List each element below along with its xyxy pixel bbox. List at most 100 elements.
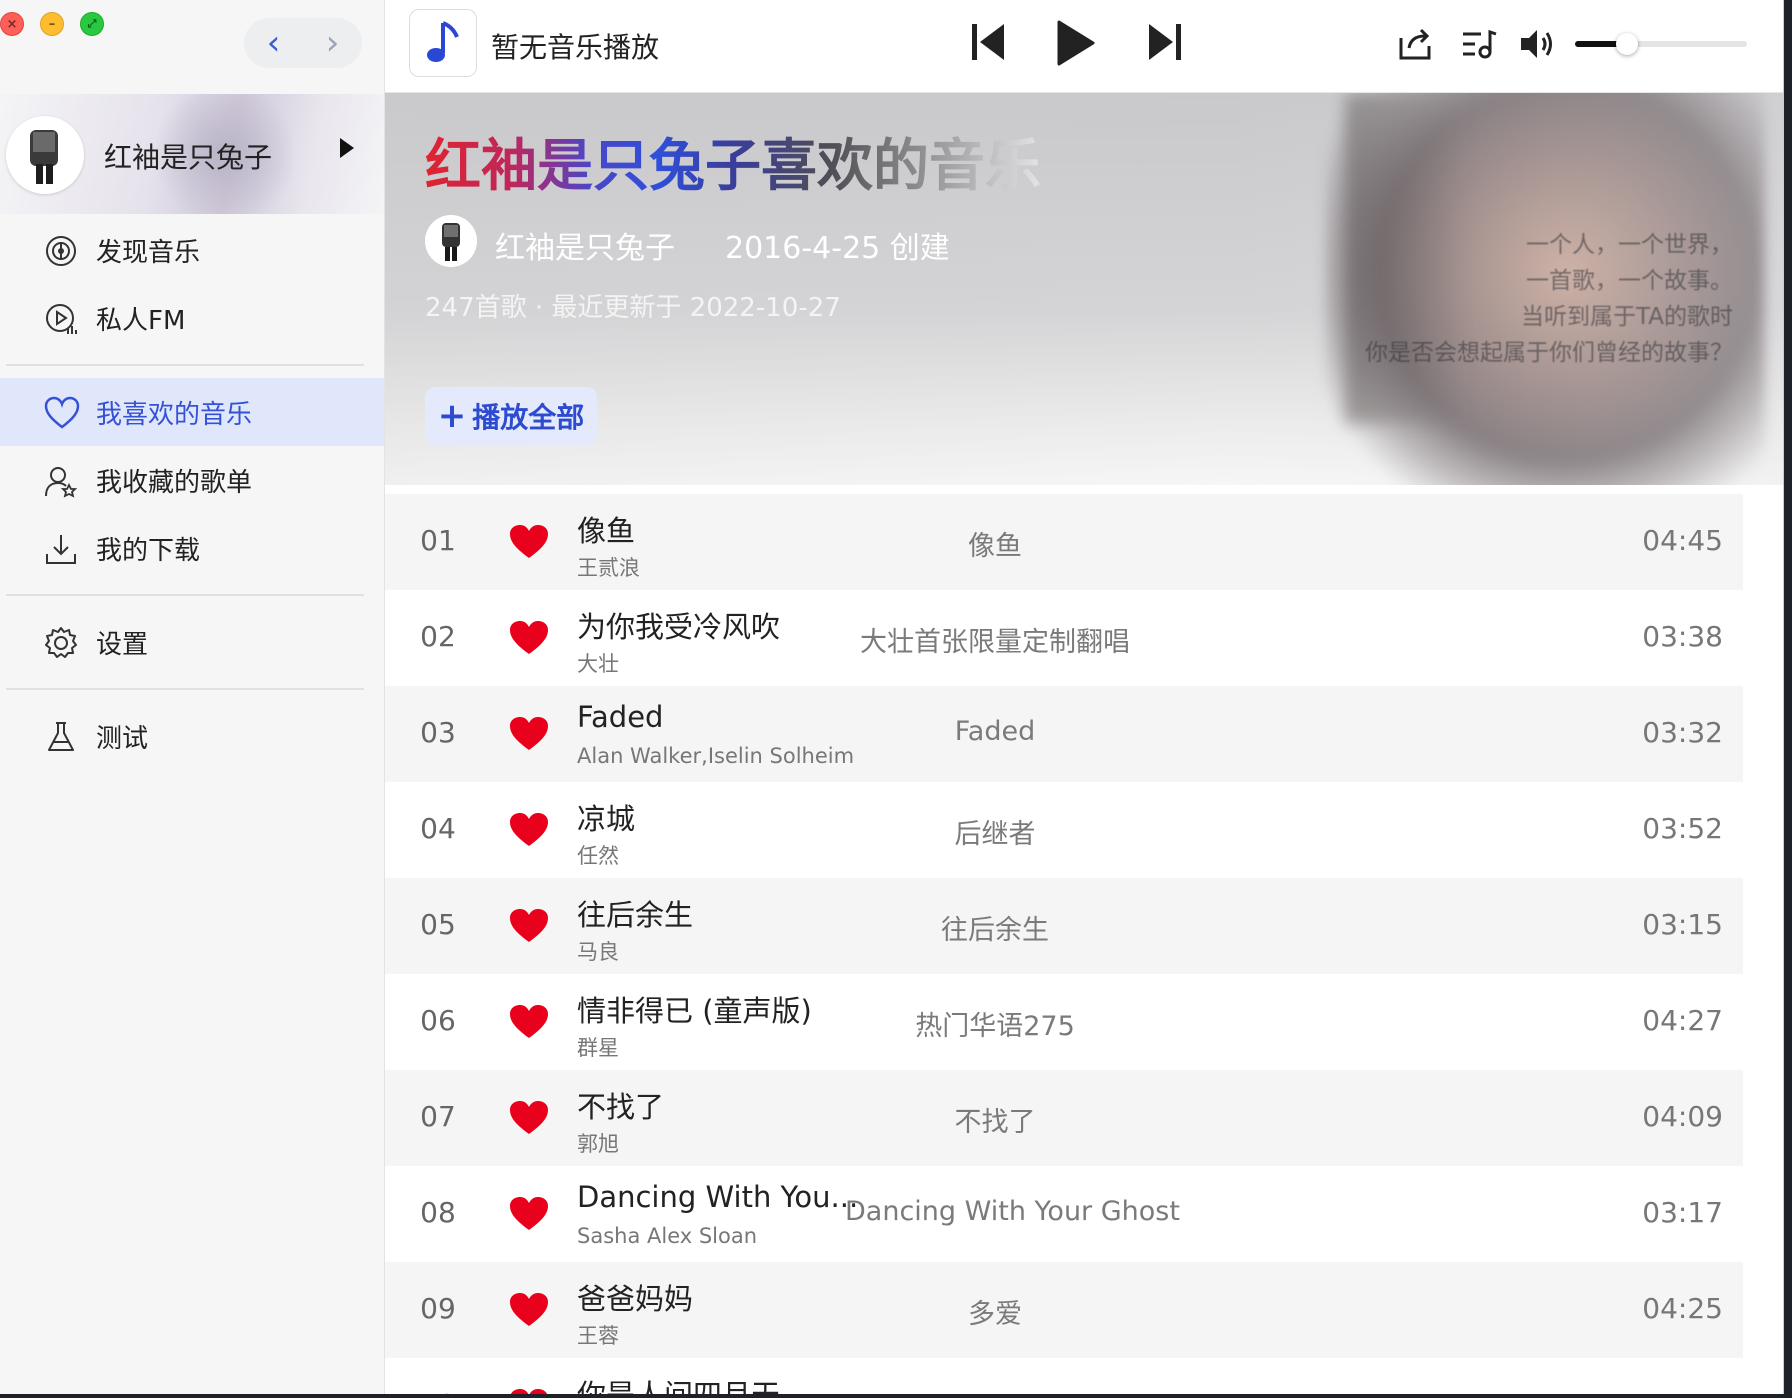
song-album[interactable]: 像鱼 [845,524,1145,563]
share-icon[interactable] [1395,24,1435,64]
user-card[interactable]: 红袖是只兔子 [0,94,384,214]
song-title[interactable]: 凉城 [577,796,635,838]
song-title[interactable]: 不找了 [577,1084,664,1126]
like-heart-icon[interactable] [509,812,549,848]
description-line: 一个人，一个世界， [1526,232,1733,258]
background-edge [1784,0,1792,1398]
song-artist[interactable]: 马良 [577,936,619,966]
volume-icon[interactable] [1517,24,1557,64]
song-number: 10 [405,1388,471,1394]
song-title[interactable]: Faded [577,700,663,734]
playlist-description: 一个人，一个世界， 一首歌，一个故事。 当听到属于TA的歌时你是否会想起属于你们曾经… [1365,227,1733,371]
song-artist[interactable]: 王蓉 [577,1320,619,1350]
song-album[interactable]: Faded [845,716,1145,747]
user-avatar[interactable] [6,116,84,194]
plus-icon: + [437,396,467,436]
song-row[interactable]: 09 爸爸妈妈 王蓉 多爱 04:25 [385,1262,1743,1358]
song-title[interactable]: 为你我受冷风吹 [577,604,780,646]
now-playing-text: 暂无音乐播放 [491,31,660,64]
song-row[interactable]: 03 Faded Alan Walker,Iselin Solheim Faded 03… [385,686,1743,782]
sidebar: × – ⤢ ‹ › 红袖是只兔子 发现音乐 私人FM 我喜欢的音乐我收藏的歌单我的下… [0,0,385,1394]
sidebar-item-label: 测试 [96,723,149,754]
song-album[interactable]: 多爱 [845,1292,1145,1331]
song-row[interactable]: 10 你是人间四月天 [385,1358,1743,1394]
like-heart-icon[interactable] [509,1292,549,1328]
minimize-window-button[interactable]: – [40,12,64,36]
download-icon [44,532,78,566]
song-album[interactable]: 大壮首张限量定制翻唱 [845,620,1145,659]
song-title[interactable]: 你是人间四月天 [577,1372,780,1394]
now-playing-cover[interactable] [409,9,477,77]
creator-avatar[interactable] [425,215,477,267]
song-album[interactable]: 往后余生 [845,908,1145,947]
song-title[interactable]: Dancing With You... [577,1180,858,1214]
sidebar-item-gear[interactable]: 设置 [0,608,384,676]
sidebar-item-heart[interactable]: 我喜欢的音乐 [0,378,384,446]
song-title[interactable]: 往后余生 [577,892,693,934]
discover-icon [44,234,78,268]
song-artist[interactable]: 任然 [577,840,619,870]
song-row[interactable]: 07 不找了 郭旭 不找了 04:09 [385,1070,1743,1166]
song-album[interactable]: Dancing With Your Ghost [845,1196,1180,1227]
user-name[interactable]: 红袖是只兔子 [104,136,272,176]
sidebar-item-label: 我收藏的歌单 [96,467,253,498]
song-artist[interactable]: 群星 [577,1032,619,1062]
like-heart-icon[interactable] [509,620,549,656]
song-row[interactable]: 02 为你我受冷风吹 大壮 大壮首张限量定制翻唱 03:38 [385,590,1743,686]
song-artist[interactable]: 大壮 [577,648,619,678]
song-row[interactable]: 08 Dancing With You... Sasha Alex Sloan Dan… [385,1166,1743,1262]
play-button[interactable] [1053,18,1097,68]
song-row[interactable]: 05 往后余生 马良 往后余生 03:15 [385,878,1743,974]
description-line: 一首歌，一个故事。 [1526,268,1733,294]
like-heart-icon[interactable] [509,1100,549,1136]
sidebar-item-radio[interactable]: 私人FM [0,284,384,352]
radio-icon [44,302,78,336]
previous-track-button[interactable] [968,18,1008,66]
sidebar-menu: 发现音乐 私人FM 我喜欢的音乐我收藏的歌单我的下载设置测试 [0,216,384,770]
song-duration: 03:17 [1642,1196,1723,1229]
sidebar-item-label: 设置 [96,629,149,660]
zoom-window-button[interactable]: ⤢ [80,12,104,36]
playlist-queue-icon[interactable] [1459,24,1499,64]
back-button[interactable]: ‹ [267,26,281,60]
like-heart-icon[interactable] [509,1196,549,1232]
like-heart-icon[interactable] [509,1388,549,1394]
song-title[interactable]: 爸爸妈妈 [577,1276,693,1318]
song-artist[interactable]: 郭旭 [577,1128,619,1158]
song-row[interactable]: 04 凉城 任然 后继者 03:52 [385,782,1743,878]
song-artist[interactable]: Alan Walker,Iselin Solheim [577,744,854,768]
creator-name[interactable]: 红袖是只兔子 [495,223,675,267]
song-row[interactable]: 01 像鱼 王贰浪 像鱼 04:45 [385,494,1743,590]
volume-slider[interactable] [1575,33,1747,55]
sidebar-divider [6,594,364,596]
song-album[interactable]: 不找了 [845,1100,1145,1139]
sidebar-item-download[interactable]: 我的下载 [0,514,384,582]
like-heart-icon[interactable] [509,1004,549,1040]
song-album[interactable]: 热门华语275 [845,1004,1145,1043]
song-album[interactable]: 后继者 [845,812,1145,851]
sidebar-item-user-collection[interactable]: 我收藏的歌单 [0,446,384,514]
description-line: 当听到属于TA的歌时 [1521,304,1733,330]
like-heart-icon[interactable] [509,908,549,944]
close-window-button[interactable]: × [0,12,24,36]
song-duration: 03:38 [1642,620,1723,653]
song-title[interactable]: 像鱼 [577,508,635,550]
song-title[interactable]: 情非得已 (童声版) [577,988,812,1030]
sidebar-divider [6,688,364,690]
song-artist[interactable]: Sasha Alex Sloan [577,1224,757,1248]
volume-knob[interactable] [1615,33,1638,55]
like-heart-icon[interactable] [509,716,549,752]
song-duration: 03:32 [1642,716,1723,749]
song-artist[interactable]: 王贰浪 [577,552,640,582]
play-all-button[interactable]: + 播放全部 [425,387,597,445]
playlist-header: 红袖是只兔子喜欢的音乐 红袖是只兔子 2016-4-25 创建 247首歌 · … [385,93,1783,485]
like-heart-icon[interactable] [509,524,549,560]
forward-button[interactable]: › [326,26,340,60]
description-line: 你是否会想起属于你们曾经的故事？ [1365,340,1733,366]
sidebar-item-flask[interactable]: 测试 [0,702,384,770]
song-row[interactable]: 06 情非得已 (童声版) 群星 热门华语275 04:27 [385,974,1743,1070]
next-track-button[interactable] [1145,18,1185,66]
sidebar-item-discover[interactable]: 发现音乐 [0,216,384,284]
song-list: 01 像鱼 王贰浪 像鱼 04:45 02 为你我受冷风吹 大壮 大壮首张限量定制翻唱 03:38… [385,494,1743,1394]
expand-arrow-icon[interactable] [340,138,354,158]
